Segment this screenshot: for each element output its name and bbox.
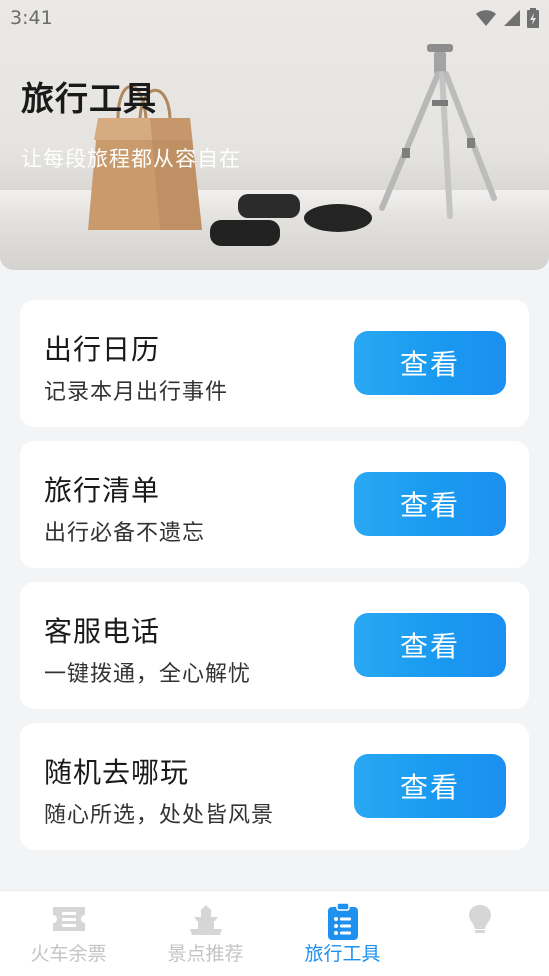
wifi-icon xyxy=(476,10,496,26)
tool-card-title: 客服电话 xyxy=(44,615,161,648)
tool-card-title: 随机去哪玩 xyxy=(44,756,190,789)
view-calendar-button[interactable]: 查看 xyxy=(354,331,506,395)
view-random-destination-button[interactable]: 查看 xyxy=(354,754,506,818)
page-subtitle: 让每段旅程都从容自在 xyxy=(21,147,241,171)
cellular-signal-icon xyxy=(504,10,520,26)
status-time: 3:41 xyxy=(10,7,53,29)
tool-card-title: 旅行清单 xyxy=(44,474,161,507)
tool-card-title: 出行日历 xyxy=(44,333,161,366)
hero-banner: 3:41 旅行工具 让每段旅程都从容自在 xyxy=(0,0,549,270)
tool-card-checklist: 旅行清单 出行必备不遗忘 查看 xyxy=(20,441,529,568)
bottom-nav: 火车余票 景点推荐 旅行工具 xyxy=(0,890,549,976)
status-bar: 3:41 xyxy=(0,0,549,36)
battery-charging-icon xyxy=(527,8,539,28)
nav-item-travel-tools[interactable]: 旅行工具 xyxy=(274,891,411,976)
nav-item-more[interactable] xyxy=(411,891,548,976)
nav-label: 景点推荐 xyxy=(167,943,244,965)
nav-item-attractions[interactable]: 景点推荐 xyxy=(137,891,274,976)
tool-card-calendar: 出行日历 记录本月出行事件 查看 xyxy=(20,300,529,427)
tool-card-description: 一键拨通，全心解忧 xyxy=(44,662,252,687)
tripod-illustration xyxy=(379,44,497,219)
ticket-icon xyxy=(49,903,89,939)
view-checklist-button[interactable]: 查看 xyxy=(354,472,506,536)
status-icons xyxy=(475,8,539,28)
temple-icon xyxy=(188,903,224,941)
page-title: 旅行工具 xyxy=(21,79,157,118)
tool-card-description: 随心所选，处处皆风景 xyxy=(44,803,275,828)
nav-item-train-tickets[interactable]: 火车余票 xyxy=(0,891,137,976)
view-customer-service-button[interactable]: 查看 xyxy=(354,613,506,677)
tool-card-description: 记录本月出行事件 xyxy=(44,380,229,405)
tool-card-description: 出行必备不遗忘 xyxy=(44,521,206,546)
lightbulb-icon xyxy=(467,903,493,941)
tool-card-customer-service: 客服电话 一键拨通，全心解忧 查看 xyxy=(20,582,529,709)
pouches-illustration xyxy=(210,194,372,246)
tool-card-random-destination: 随机去哪玩 随心所选，处处皆风景 查看 xyxy=(20,723,529,850)
nav-label: 火车余票 xyxy=(30,943,107,965)
nav-label: 旅行工具 xyxy=(304,943,381,965)
